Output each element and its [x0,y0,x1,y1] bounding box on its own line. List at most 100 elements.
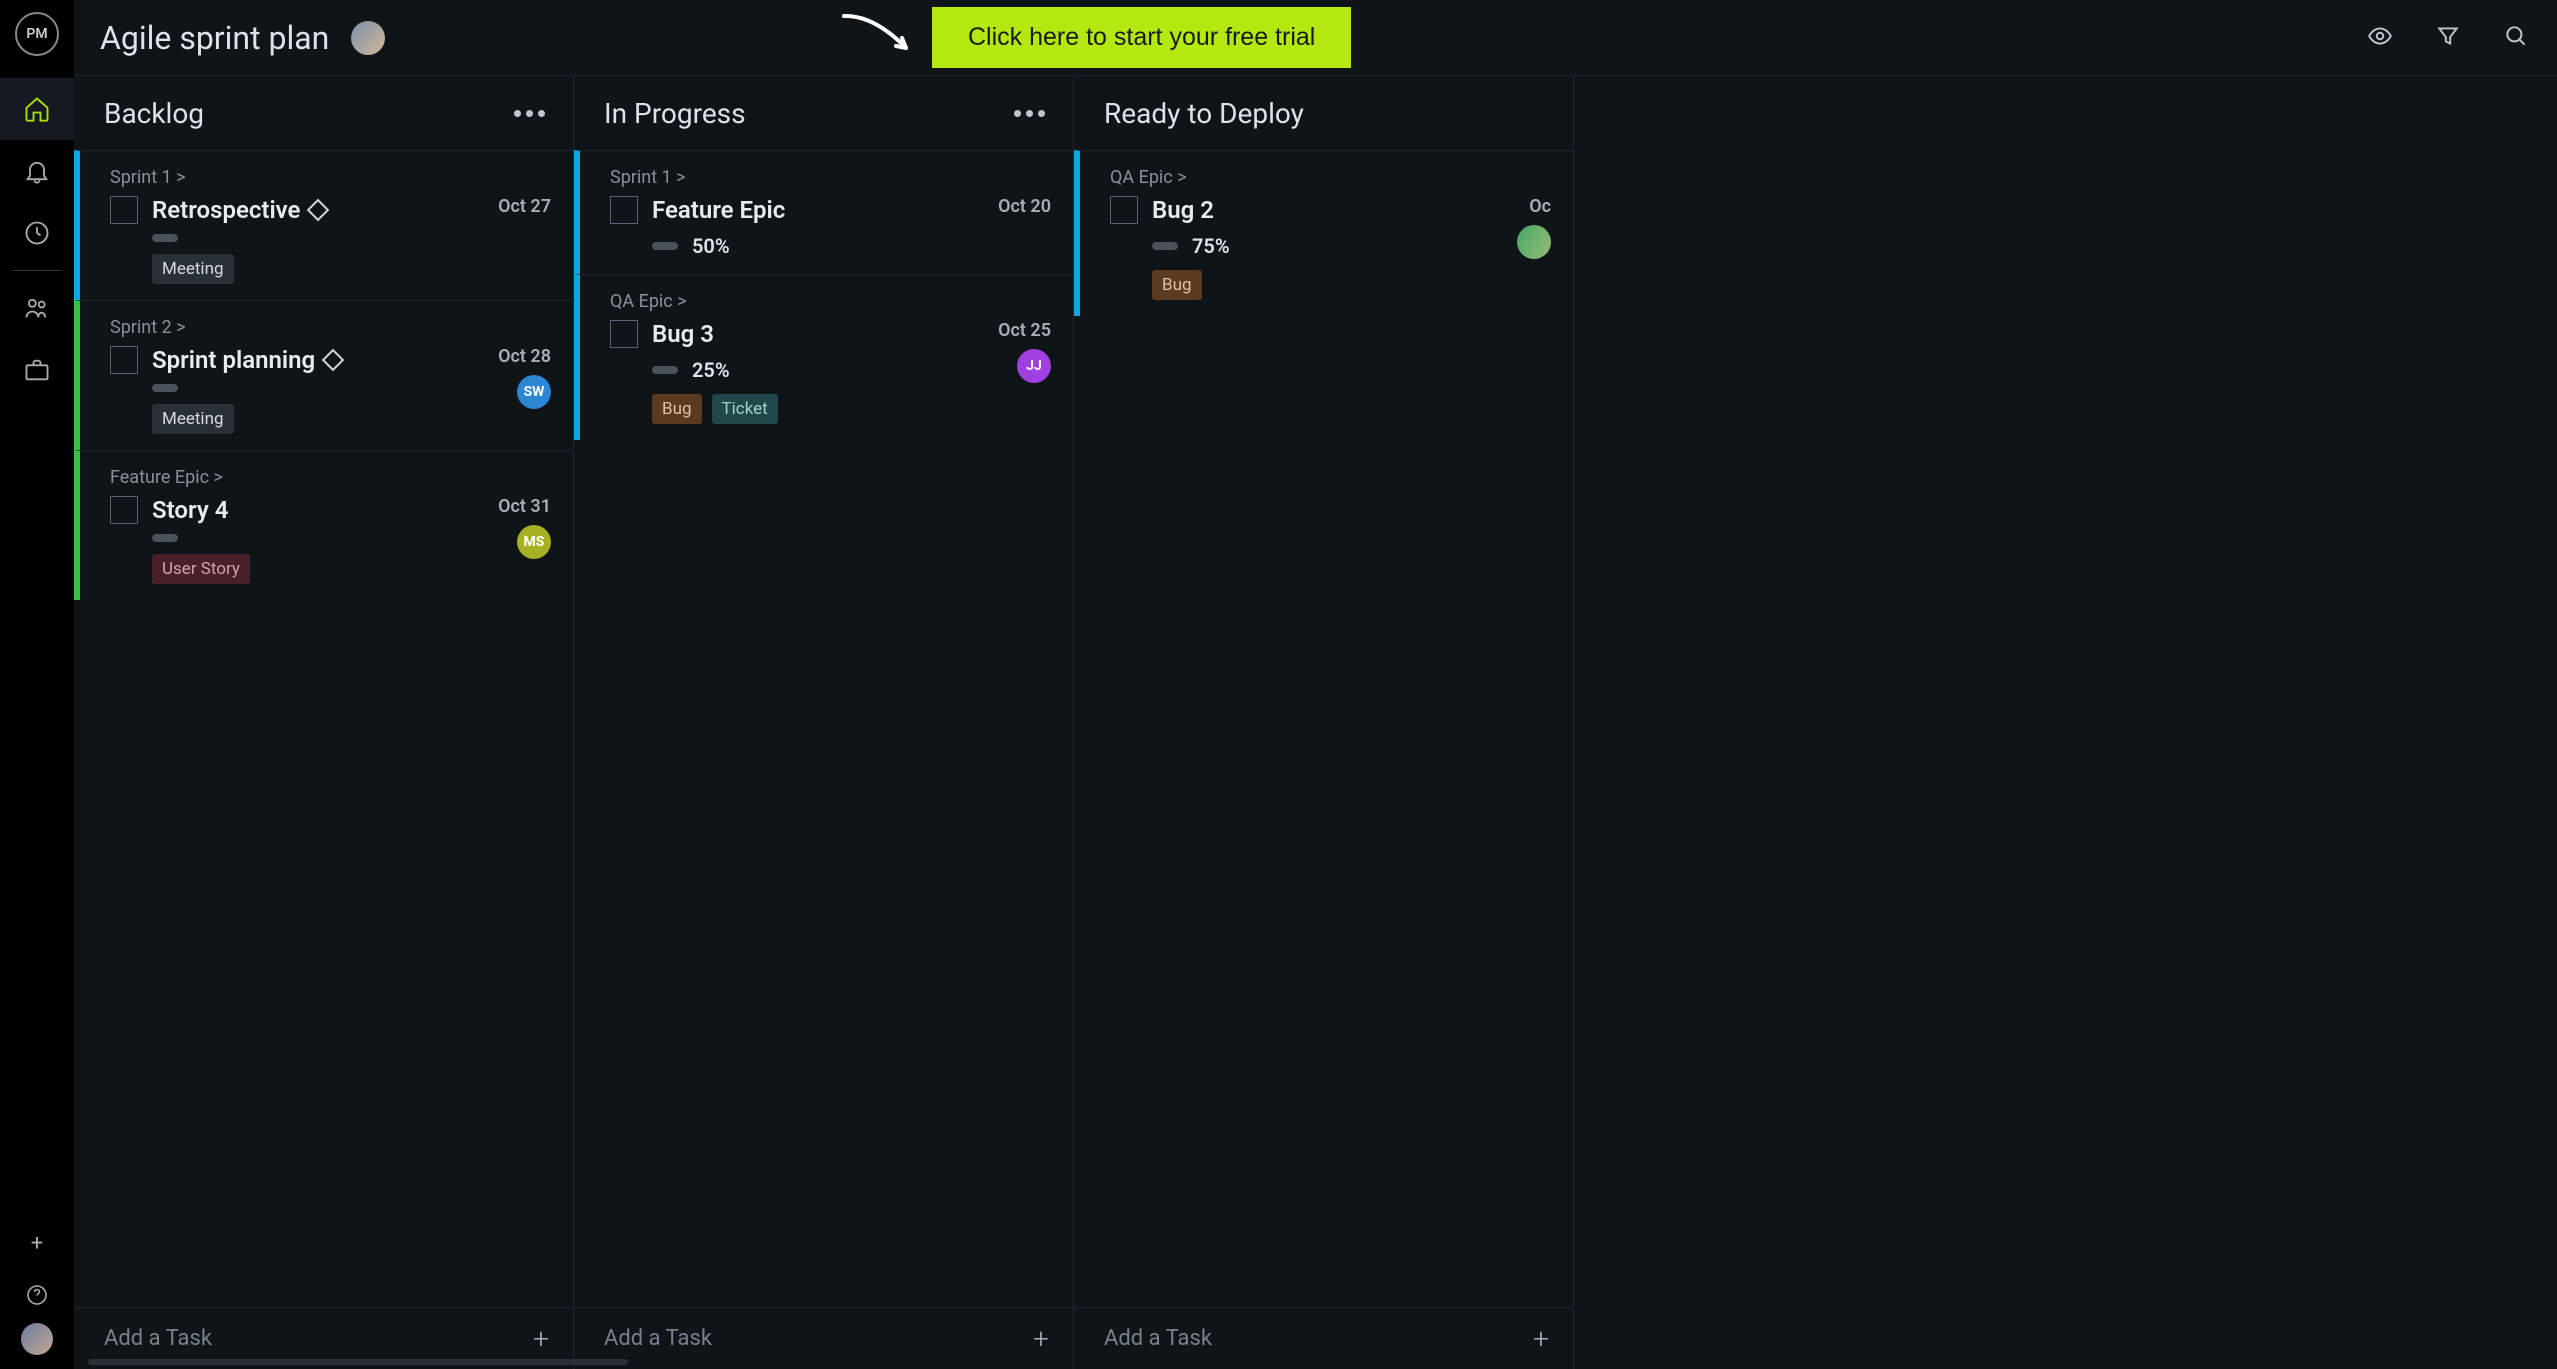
nav-notifications[interactable] [0,140,74,202]
add-task-button[interactable]: Add a Task + [1074,1307,1573,1369]
eye-icon [2367,23,2393,49]
task-card[interactable]: Sprint 2 Sprint planning Meeting Oct 28 SW [74,300,573,450]
user-avatar[interactable] [21,1323,53,1355]
task-title[interactable]: Feature Epic [652,196,972,224]
column-header: Backlog [74,76,573,150]
column: Backlog Sprint 1 Retrospective Meeting Oct 2… [74,76,574,1369]
due-date: Oct 20 [998,196,1051,217]
due-date: Oct 28 [498,346,551,367]
nav-home[interactable] [0,78,74,140]
assignee-avatar[interactable]: SW [517,375,551,409]
task-title[interactable]: Bug 3 [652,320,972,348]
column-menu[interactable] [1014,110,1045,117]
progress-row: 25% [652,358,972,382]
tag-list: Bug Ticket [652,394,972,424]
assignee-avatar[interactable]: JJ [1017,349,1051,383]
task-checkbox[interactable] [110,346,138,374]
add-task-label: Add a Task [604,1326,712,1351]
sidebar: PM + [0,0,74,1369]
card-breadcrumb[interactable]: Feature Epic [110,467,551,488]
column-title[interactable]: In Progress [604,97,746,130]
project-member-avatar[interactable] [351,21,385,55]
tag[interactable]: Meeting [152,254,234,284]
dots-icon [514,110,521,117]
sidebar-add[interactable]: + [0,1219,74,1267]
card-list: QA Epic Bug 2 75% Bug Oc [1074,150,1573,1307]
card-breadcrumb[interactable]: QA Epic [610,291,1051,312]
card-list: Sprint 1RetrospectiveMeetingOct 27Sprint… [74,150,573,1307]
task-checkbox[interactable] [610,196,638,224]
tag-list: User Story [152,554,472,584]
task-checkbox[interactable] [110,496,138,524]
add-task-label: Add a Task [104,1326,212,1351]
column-title[interactable]: Ready to Deploy [1104,97,1304,130]
tag[interactable]: User Story [152,554,250,584]
search-button[interactable] [2503,23,2529,53]
add-task-button[interactable]: Add a Task + [574,1307,1073,1369]
card-breadcrumb[interactable]: Sprint 1 [610,167,1051,188]
clock-icon [23,219,51,247]
nav-recent[interactable] [0,202,74,264]
due-date: Oct 25 [998,320,1051,341]
task-checkbox[interactable] [110,196,138,224]
card-breadcrumb[interactable]: Sprint 2 [110,317,551,338]
plus-icon: + [533,1322,549,1355]
tag[interactable]: Bug [652,394,702,424]
start-trial-button[interactable]: Click here to start your free trial [932,7,1351,68]
nav-portfolio[interactable] [0,339,74,401]
bell-icon [23,157,51,185]
plus-icon: + [1033,1322,1049,1355]
tag[interactable]: Ticket [712,394,778,424]
task-title[interactable]: Bug 2 [1152,196,1491,224]
add-task-label: Add a Task [1104,1326,1212,1351]
sidebar-help[interactable] [0,1267,74,1323]
column-menu[interactable] [514,110,545,117]
plus-icon: + [1533,1322,1549,1355]
assignee-avatar[interactable]: MS [517,525,551,559]
home-icon [23,95,51,123]
people-icon [23,294,51,322]
task-title[interactable]: Retrospective [152,196,472,224]
tag[interactable]: Bug [1152,270,1202,300]
nav-team[interactable] [0,277,74,339]
card-breadcrumb[interactable]: QA Epic [1110,167,1551,188]
progress-percent: 50% [692,234,730,258]
task-card[interactable]: QA Epic Bug 3 25% Bug Ticket Oct 25 JJ [574,274,1073,440]
due-date: Oc [1529,196,1551,217]
kanban-board: Backlog Sprint 1 Retrospective Meeting Oct 2… [74,76,2557,1369]
tag-list: Meeting [152,254,472,284]
project-title[interactable]: Agile sprint plan [100,19,329,57]
tag[interactable]: Meeting [152,404,234,434]
progress-row: 50% [652,234,972,258]
help-icon [25,1283,49,1307]
task-title[interactable]: Sprint planning [152,346,472,374]
task-title[interactable]: Story 4 [152,496,472,524]
task-checkbox[interactable] [610,320,638,348]
column: Ready to Deploy QA Epic Bug 2 75% Bug Oc Add a… [1074,76,1574,1369]
progress-row [152,384,472,392]
cta-arrow-icon [834,10,920,68]
progress-bar [152,534,178,542]
progress-bar [152,234,178,242]
card-breadcrumb[interactable]: Sprint 1 [110,167,551,188]
due-date: Oct 27 [498,196,551,217]
progress-row: 75% [1152,234,1491,258]
logo[interactable]: PM [15,12,59,56]
filter-button[interactable] [2435,23,2461,53]
task-card[interactable]: Sprint 1 Retrospective Meeting Oct 27 [74,150,573,300]
view-toggle[interactable] [2367,23,2393,53]
task-card[interactable]: QA Epic Bug 2 75% Bug Oc [1074,150,1573,316]
due-date: Oct 31 [498,496,551,517]
column-title[interactable]: Backlog [104,97,204,130]
horizontal-scrollbar[interactable] [88,1359,628,1365]
header: Agile sprint plan Click here to start yo… [74,0,2557,76]
search-icon [2503,23,2529,49]
column-header: Ready to Deploy [1074,76,1573,150]
tag-list: Bug [1152,270,1491,300]
progress-row [152,234,472,242]
task-checkbox[interactable] [1110,196,1138,224]
assignee-avatar[interactable] [1517,225,1551,259]
task-card[interactable]: Sprint 1 Feature Epic 50% Oct 20 [574,150,1073,274]
milestone-icon [322,349,345,372]
task-card[interactable]: Feature Epic Story 4 User Story Oct 31 MS [74,450,573,600]
